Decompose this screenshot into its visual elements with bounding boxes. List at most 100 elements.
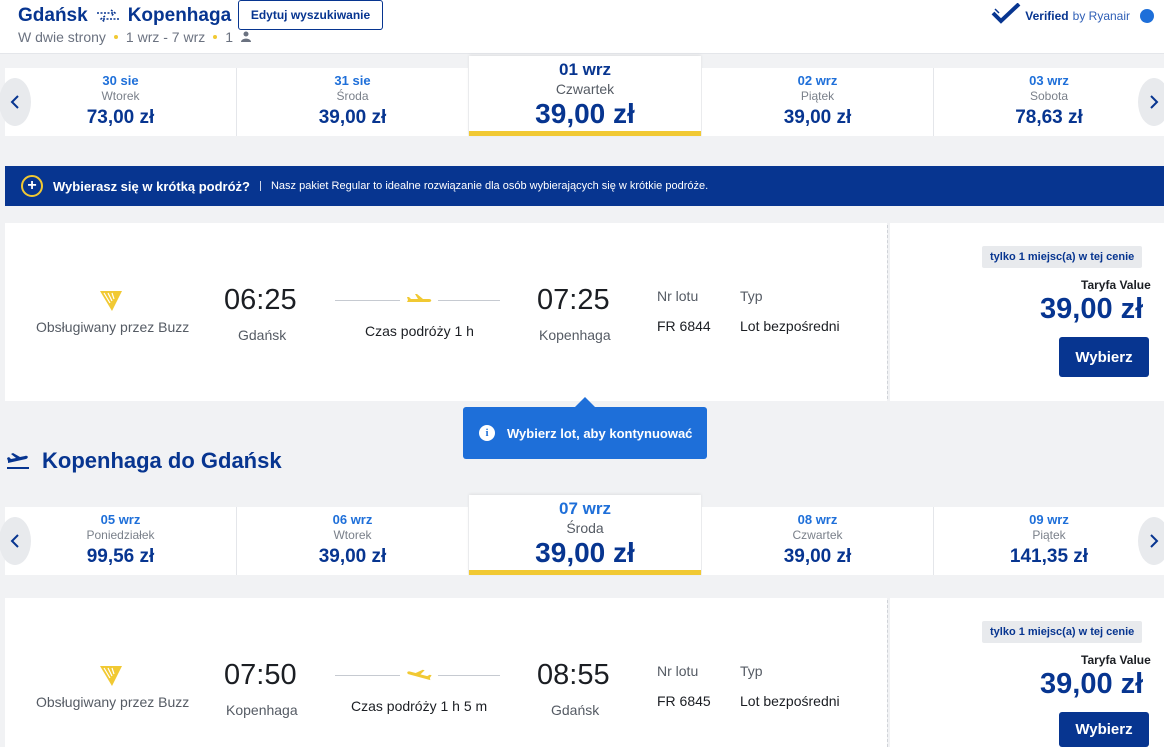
prev-dates-button[interactable] xyxy=(0,517,31,565)
plane-icon xyxy=(405,294,433,308)
trip-type: W dwie strony xyxy=(18,29,106,45)
return-date-carousel: 05 wrz Poniedziałek 99,56 zł 06 wrz Wtor… xyxy=(0,495,1164,579)
select-flight-tooltip: i Wybierz lot, aby kontynuować xyxy=(463,397,707,459)
plane-landing-icon xyxy=(405,669,433,683)
date-label: 06 wrz xyxy=(332,512,373,527)
trip-summary: W dwie strony 1 wrz - 7 wrz 1 xyxy=(18,29,252,45)
verified-by: by Ryanair xyxy=(1072,8,1130,23)
next-dates-button[interactable] xyxy=(1138,78,1164,126)
fare-name: Taryfa Value xyxy=(1081,653,1151,667)
ryanair-harp-icon xyxy=(98,289,128,315)
info-dot-icon xyxy=(1140,8,1154,23)
date-label: 05 wrz xyxy=(100,512,141,527)
route-line xyxy=(335,300,400,301)
chevron-right-icon xyxy=(1150,534,1159,548)
date-option[interactable]: 30 sie Wtorek 73,00 zł xyxy=(5,68,236,136)
date-option[interactable]: 08 wrz Czwartek 39,00 zł xyxy=(702,507,933,575)
divider xyxy=(259,181,261,191)
route-line xyxy=(438,300,500,301)
date-option-selected[interactable]: 01 wrz Czwartek 39,00 zł xyxy=(469,56,701,136)
flight-duration: Czas podróży 1 h xyxy=(365,323,474,339)
route-line xyxy=(438,675,500,676)
departure-time: 06:25 xyxy=(224,284,297,316)
separator-dot xyxy=(113,35,118,39)
arrival-city: Gdańsk xyxy=(551,702,600,718)
fare-price: 39,00 zł xyxy=(1040,293,1144,325)
date-label: 30 sie xyxy=(102,73,139,88)
departure-city: Gdańsk xyxy=(238,327,287,343)
flight-type: Lot bezpośredni xyxy=(740,693,840,709)
day-label: Piątek xyxy=(800,89,835,103)
date-option[interactable]: 05 wrz Poniedziałek 99,56 zł xyxy=(5,507,236,575)
operator-label: Obsługiwany przez Buzz xyxy=(36,319,190,335)
date-label: 31 sie xyxy=(334,73,371,88)
chevron-left-icon xyxy=(10,95,19,109)
date-price: 39,00 zł xyxy=(783,546,852,567)
date-option[interactable]: 02 wrz Piątek 39,00 zł xyxy=(702,68,933,136)
edit-search-button[interactable]: Edytuj wyszukiwanie xyxy=(238,0,383,30)
fare-name: Taryfa Value xyxy=(1081,278,1151,292)
fare-panel: tylko 1 miejsc(a) w tej cenie Taryfa Val… xyxy=(890,223,1164,401)
day-label: Sobota xyxy=(1029,89,1069,103)
date-option[interactable]: 31 sie Środa 39,00 zł xyxy=(237,68,468,136)
date-price: 39,00 zł xyxy=(535,98,635,129)
origin-city: Gdańsk xyxy=(18,5,88,26)
verified-label: Verified xyxy=(1025,8,1069,23)
info-icon: i xyxy=(479,425,495,441)
date-price: 39,00 zł xyxy=(318,546,387,567)
day-label: Środa xyxy=(336,89,369,103)
date-price: 39,00 zł xyxy=(535,537,635,568)
round-trip-icon xyxy=(95,8,121,24)
flight-type-label: Typ xyxy=(740,663,763,679)
flight-card[interactable]: Obsługiwany przez Buzz 06:25 Gdańsk Czas… xyxy=(5,223,887,401)
date-price: 39,00 zł xyxy=(318,107,387,128)
operator-label: Obsługiwany przez Buzz xyxy=(36,694,190,710)
departure-city: Kopenhaga xyxy=(226,702,298,718)
date-label: 02 wrz xyxy=(797,73,838,88)
date-option[interactable]: 06 wrz Wtorek 39,00 zł xyxy=(237,507,468,575)
separator-dot xyxy=(213,35,218,39)
day-label: Poniedziałek xyxy=(86,528,155,542)
date-price: 141,35 zł xyxy=(1009,546,1089,567)
promo-banner: + Wybierasz się w krótką podróż? Nasz pa… xyxy=(5,166,1164,206)
chevron-left-icon xyxy=(10,534,19,548)
date-label: 01 wrz xyxy=(559,60,611,79)
seats-left-badge: tylko 1 miejsc(a) w tej cenie xyxy=(982,246,1143,268)
arrival-time: 08:55 xyxy=(537,659,610,691)
flight-number-label: Nr lotu xyxy=(657,288,699,304)
route-line xyxy=(335,675,400,676)
plus-icon[interactable]: + xyxy=(21,175,43,197)
day-label: Wtorek xyxy=(101,89,140,103)
next-dates-button[interactable] xyxy=(1138,517,1164,565)
date-option[interactable]: 09 wrz Piątek 141,35 zł xyxy=(934,507,1164,575)
banner-title: Wybierasz się w krótką podróż? xyxy=(53,178,250,194)
return-heading: Kopenhaga do Gdańsk xyxy=(6,448,282,474)
ryanair-harp-icon xyxy=(98,664,128,690)
return-route-title: Kopenhaga do Gdańsk xyxy=(42,448,282,473)
day-label: Wtorek xyxy=(333,528,372,542)
card-divider xyxy=(887,600,888,747)
date-option-selected[interactable]: 07 wrz Środa 39,00 zł xyxy=(469,495,701,575)
verified-badge: Verified by Ryanair xyxy=(991,2,1154,28)
arrival-time: 07:25 xyxy=(537,284,610,316)
day-label: Czwartek xyxy=(792,528,843,542)
date-label: 07 wrz xyxy=(559,499,611,518)
destination-city: Kopenhaga xyxy=(127,5,232,26)
fare-panel: tylko 1 miejsc(a) w tej cenie Taryfa Val… xyxy=(890,598,1164,747)
plane-takeoff-icon xyxy=(7,453,29,469)
date-price: 73,00 zł xyxy=(86,107,155,128)
date-price: 78,63 zł xyxy=(1015,107,1083,128)
tooltip-text: Wybierz lot, aby kontynuować xyxy=(507,425,693,441)
search-header: Gdańsk Kopenhaga W dwie strony 1 wrz - 7… xyxy=(0,0,1164,54)
flight-card[interactable]: Obsługiwany przez Buzz 07:50 Kopenhaga C… xyxy=(5,598,887,747)
date-option[interactable]: 03 wrz Sobota 78,63 zł xyxy=(934,68,1164,136)
prev-dates-button[interactable] xyxy=(0,78,31,126)
outbound-date-carousel: 30 sie Wtorek 73,00 zł 31 sie Środa 39,0… xyxy=(0,56,1164,140)
passenger-count: 1 xyxy=(225,29,234,45)
flight-type: Lot bezpośredni xyxy=(740,318,840,334)
arrival-city: Kopenhaga xyxy=(539,327,611,343)
select-flight-button[interactable]: Wybierz xyxy=(1059,337,1149,377)
select-flight-button[interactable]: Wybierz xyxy=(1059,712,1149,747)
date-label: 09 wrz xyxy=(1029,512,1069,527)
person-icon xyxy=(241,29,252,45)
